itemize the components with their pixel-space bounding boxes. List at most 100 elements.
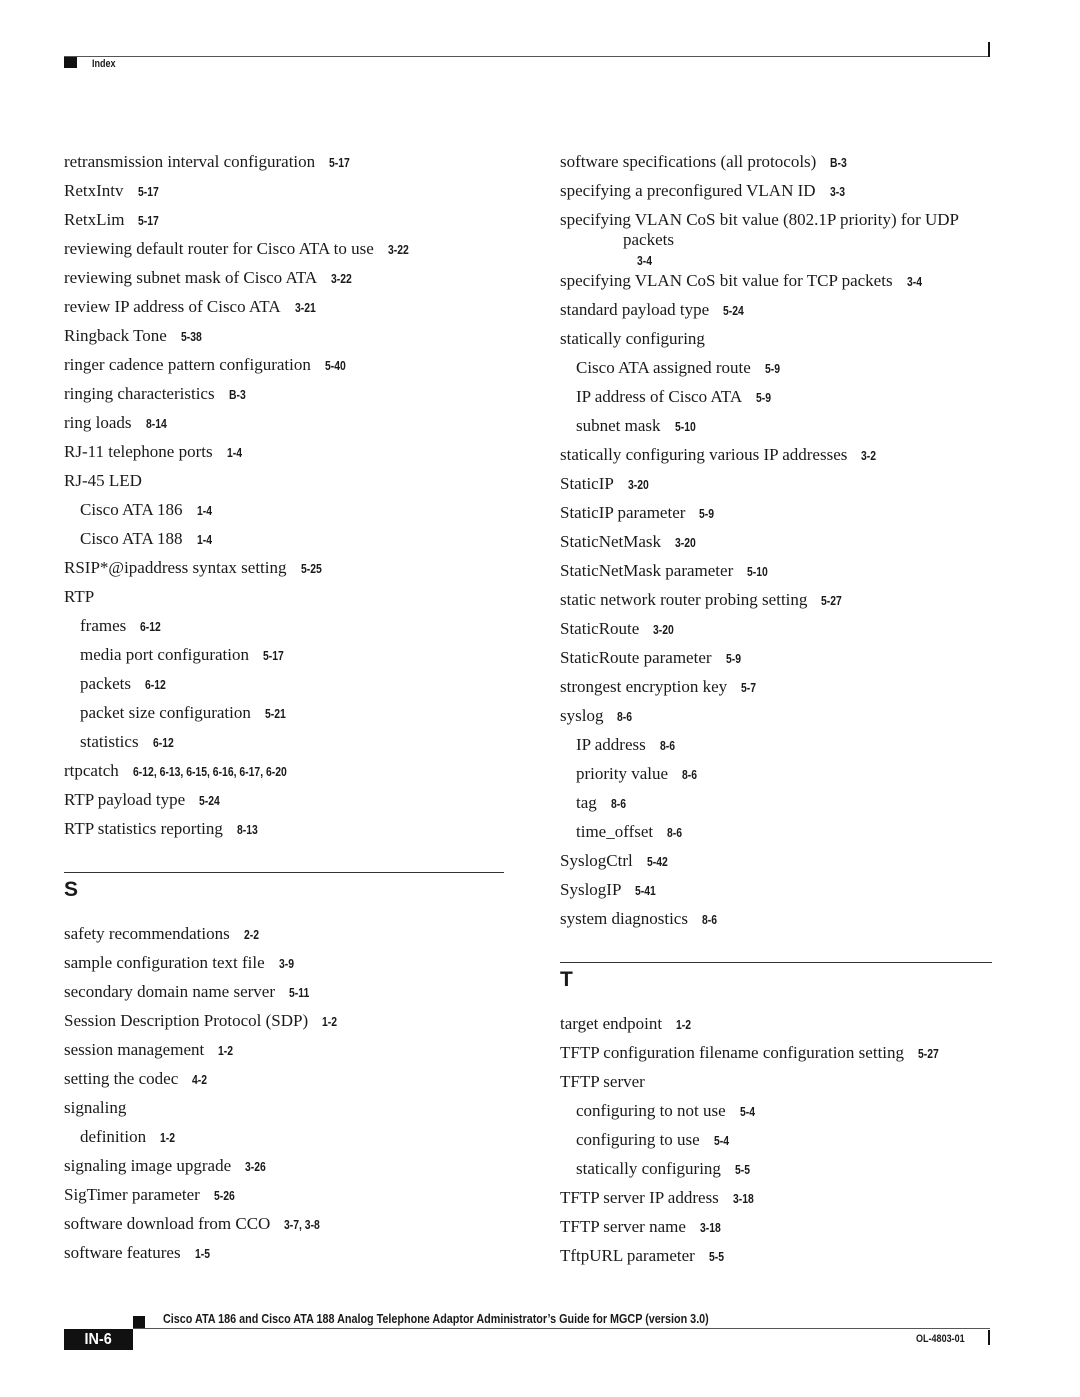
- page-reference-link[interactable]: 5-27: [821, 591, 842, 611]
- index-term: syslog: [560, 706, 604, 725]
- page-reference-link[interactable]: 5-5: [735, 1160, 750, 1180]
- page-reference-link[interactable]: 6-12: [153, 733, 174, 753]
- page-reference-link[interactable]: 6-12: [140, 617, 161, 637]
- index-term: priority value: [576, 764, 669, 783]
- page-reference-link[interactable]: 8-6: [611, 794, 626, 814]
- page-reference-link[interactable]: 3-18: [700, 1218, 721, 1238]
- page-reference-link[interactable]: 5-25: [301, 559, 322, 579]
- index-entry: signaling: [64, 1098, 504, 1127]
- page-reference-link[interactable]: B-3: [229, 385, 246, 405]
- page-reference-link[interactable]: 5-26: [214, 1186, 235, 1206]
- page-reference-link[interactable]: 5-24: [723, 301, 744, 321]
- index-subentry: tag 8-6: [560, 793, 992, 822]
- index-term: setting the codec: [64, 1069, 179, 1088]
- index-term: RetxIntv: [64, 181, 124, 200]
- page-reference-link[interactable]: 5-17: [138, 182, 159, 202]
- index-entry: software features 1-5: [64, 1243, 504, 1272]
- index-entry: safety recommendations 2-2: [64, 924, 504, 953]
- page-reference-link[interactable]: 3-22: [388, 240, 409, 260]
- index-entry: RTP statistics reporting 8-13: [64, 819, 504, 848]
- section-rule: [64, 872, 504, 873]
- footer-corner-mark: [988, 1330, 990, 1345]
- index-term-continuation: packets 3-4: [560, 230, 992, 271]
- page-reference-link[interactable]: 5-38: [181, 327, 202, 347]
- page-reference-link[interactable]: 3-4: [637, 251, 652, 271]
- page-reference-link[interactable]: 3-20: [653, 620, 674, 640]
- index-term: statistics: [80, 732, 139, 751]
- page-reference-link[interactable]: 1-4: [197, 530, 212, 550]
- page-reference-link[interactable]: 3-20: [628, 475, 649, 495]
- page-reference-link[interactable]: 8-6: [682, 765, 697, 785]
- page-reference-link[interactable]: 5-7: [741, 678, 756, 698]
- page-reference-link[interactable]: 3-2: [861, 446, 876, 466]
- page-reference-link[interactable]: 1-5: [195, 1244, 210, 1264]
- page-reference-link[interactable]: 5-10: [747, 562, 768, 582]
- index-term: TFTP server: [560, 1072, 645, 1091]
- page-reference-link[interactable]: 5-41: [635, 881, 656, 901]
- page-reference-link[interactable]: 5-17: [138, 211, 159, 231]
- page-reference-link[interactable]: 3-3: [830, 182, 845, 202]
- index-term: session management: [64, 1040, 205, 1059]
- page-reference-link[interactable]: 3-20: [675, 533, 696, 553]
- index-term: specifying VLAN CoS bit value for TCP pa…: [560, 271, 893, 290]
- page-reference-link[interactable]: 1-4: [227, 443, 242, 463]
- index-term: packet size configuration: [80, 703, 251, 722]
- index-entry: RTP payload type 5-24: [64, 790, 504, 819]
- page-reference-link[interactable]: 3-22: [331, 269, 352, 289]
- page-reference-link[interactable]: 5-21: [265, 704, 286, 724]
- index-term: software specifications (all protocols): [560, 152, 817, 171]
- page-reference-link[interactable]: 3-7, 3-8: [284, 1215, 320, 1235]
- page-reference-link[interactable]: 8-6: [702, 910, 717, 930]
- page-reference-link[interactable]: 8-6: [667, 823, 682, 843]
- page-reference-link[interactable]: 3-4: [907, 272, 922, 292]
- page-reference-link[interactable]: 5-40: [325, 356, 346, 376]
- index-entry: TFTP server name 3-18: [560, 1217, 992, 1246]
- page-reference-link[interactable]: 5-11: [289, 983, 309, 1003]
- page-reference-link[interactable]: 5-4: [740, 1102, 755, 1122]
- page-reference-link[interactable]: 4-2: [192, 1070, 207, 1090]
- index-term: SigTimer parameter: [64, 1185, 200, 1204]
- index-term: statically configuring: [576, 1159, 721, 1178]
- page-reference-link[interactable]: 1-4: [197, 501, 212, 521]
- page-reference-link[interactable]: 1-2: [218, 1041, 233, 1061]
- page-reference-link[interactable]: 5-17: [263, 646, 284, 666]
- page-reference-link[interactable]: 5-5: [709, 1247, 724, 1267]
- page-reference-link[interactable]: 8-6: [617, 707, 632, 727]
- page-reference-link[interactable]: 5-9: [765, 359, 780, 379]
- page-reference-link[interactable]: 5-24: [199, 791, 220, 811]
- index-subentry: subnet mask 5-10: [560, 416, 992, 445]
- index-entry: statically configuring various IP addres…: [560, 445, 992, 474]
- index-term: StaticNetMask parameter: [560, 561, 734, 580]
- page-reference-link[interactable]: 5-42: [647, 852, 668, 872]
- page-reference-link[interactable]: 3-9: [279, 954, 294, 974]
- page-reference-link[interactable]: 3-21: [295, 298, 316, 318]
- index-term: RTP statistics reporting: [64, 819, 223, 838]
- index-term: StaticRoute parameter: [560, 648, 712, 667]
- page-reference-link[interactable]: 5-27: [918, 1044, 939, 1064]
- page-reference-link[interactable]: 5-9: [699, 504, 714, 524]
- page-reference-link[interactable]: 6-12: [145, 675, 166, 695]
- page-reference-link[interactable]: 1-2: [160, 1128, 175, 1148]
- index-subentry: Cisco ATA 186 1-4: [64, 500, 504, 529]
- index-entry: SyslogIP 5-41: [560, 880, 992, 909]
- index-term: target endpoint: [560, 1014, 663, 1033]
- page-reference-link[interactable]: 2-2: [244, 925, 259, 945]
- page-reference-link[interactable]: 8-14: [146, 414, 167, 434]
- page-reference-link[interactable]: 8-6: [660, 736, 675, 756]
- page-reference-link[interactable]: 6-12, 6-13, 6-15, 6-16, 6-17, 6-20: [133, 762, 287, 782]
- page-reference-link[interactable]: 3-18: [733, 1189, 754, 1209]
- page-reference-link[interactable]: 5-10: [675, 417, 696, 437]
- page-reference-link[interactable]: B-3: [830, 153, 847, 173]
- index-term: Cisco ATA 186: [80, 500, 183, 519]
- page-reference-link[interactable]: 1-2: [676, 1015, 691, 1035]
- index-term: signaling: [64, 1098, 127, 1117]
- page-reference-link[interactable]: 3-26: [245, 1157, 266, 1177]
- page-reference-link[interactable]: 5-4: [714, 1131, 729, 1151]
- page-reference-link[interactable]: 5-17: [329, 153, 350, 173]
- index-term: StaticRoute: [560, 619, 640, 638]
- page-reference-link[interactable]: 8-13: [237, 820, 258, 840]
- page-reference-link[interactable]: 1-2: [322, 1012, 337, 1032]
- page-reference-link[interactable]: 5-9: [726, 649, 741, 669]
- page-reference-link[interactable]: 5-9: [756, 388, 771, 408]
- index-entry: Ringback Tone 5-38: [64, 326, 504, 355]
